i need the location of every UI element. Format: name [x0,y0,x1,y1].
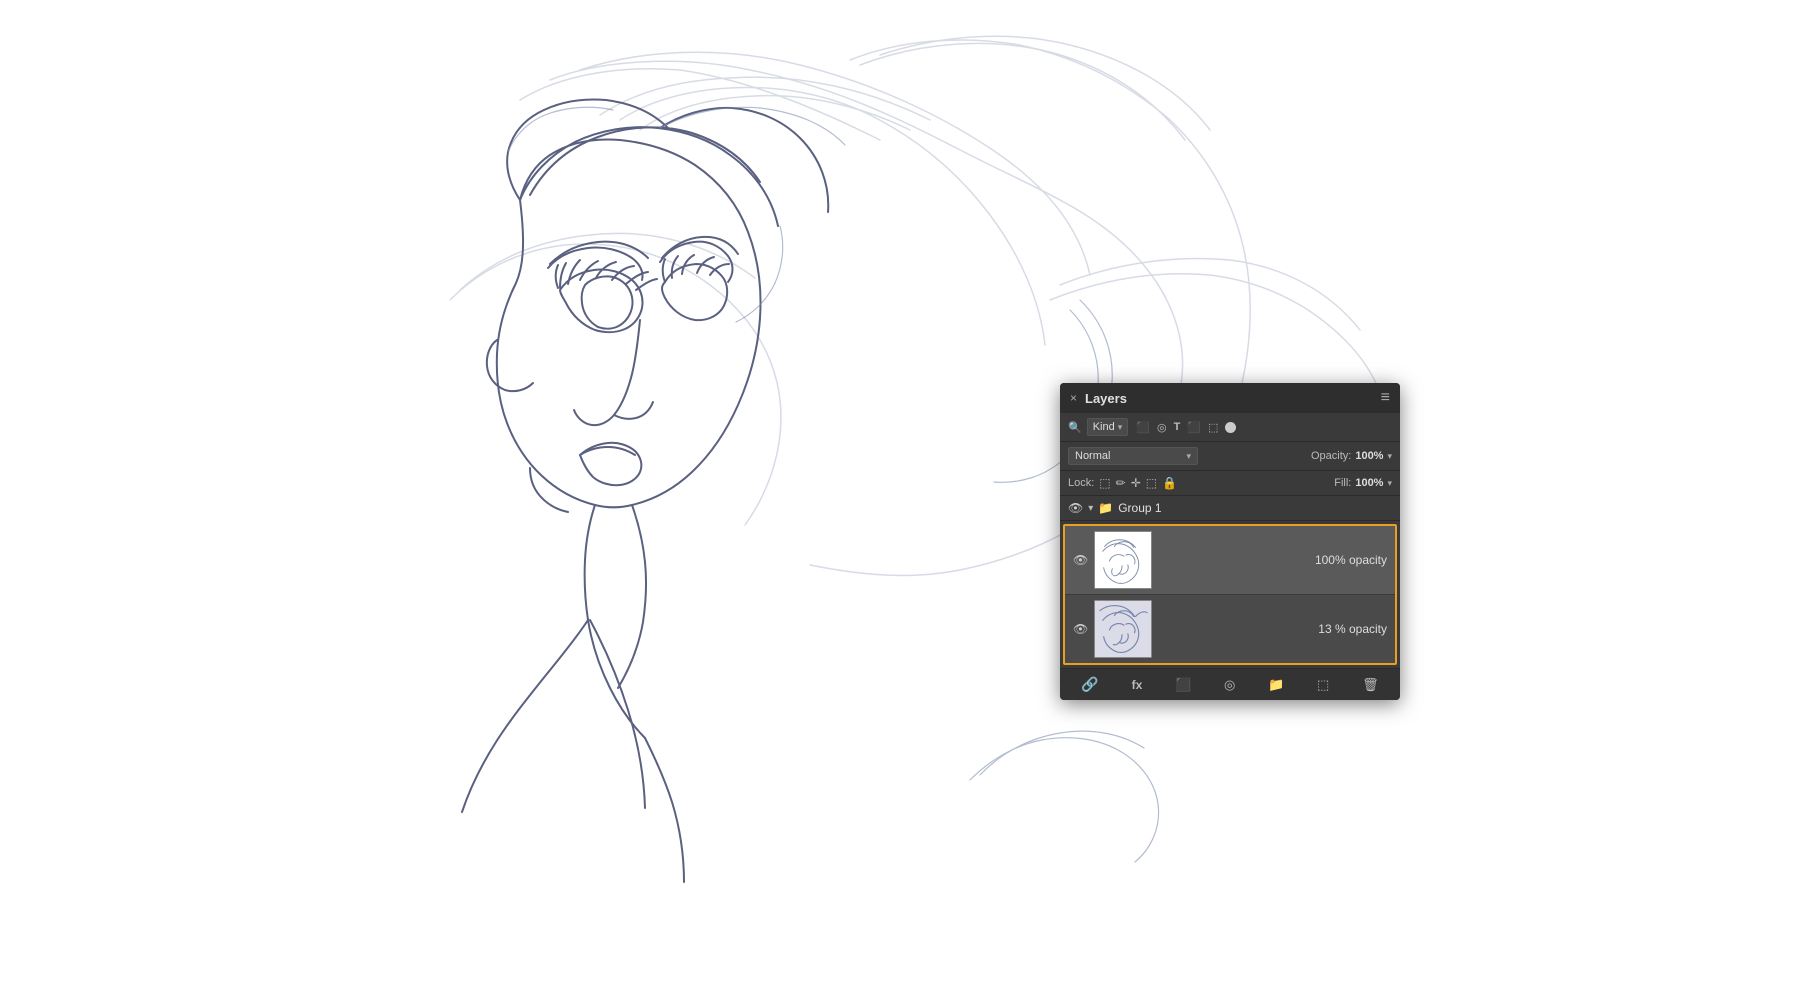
lock-image-icon[interactable]: ✏ [1116,476,1126,490]
panel-header: × Layers ≡ [1060,383,1400,413]
layer-mask-button[interactable]: ⬛ [1175,677,1191,693]
lock-transparent-icon[interactable]: ⬚ [1099,476,1110,490]
filter-toggle[interactable] [1225,422,1236,433]
kind-dropdown-arrow: ▾ [1118,422,1123,433]
smart-filter-icon[interactable]: ⬚ [1208,421,1218,434]
group-layers-button[interactable]: 📁 [1268,677,1284,693]
opacity-label: Opacity: [1311,450,1351,462]
type-filter-icon[interactable]: T [1174,421,1181,433]
group-folder-icon: 📁 [1098,501,1113,515]
pixel-filter-icon[interactable]: ⬛ [1136,421,1150,434]
new-layer-button[interactable]: ⬚ [1317,677,1329,693]
lock-fill-row: Lock: ⬚ ✏ ✛ ⬚ 🔒 Fill: 100% ▾ [1060,471,1400,496]
group-content: 👁 100% opacity [1063,524,1397,665]
blend-mode-arrow: ▾ [1186,451,1191,462]
filter-icons-container: ⬛ ◎ T ⬛ ⬚ [1136,421,1236,434]
blend-opacity-row: Normal ▾ Opacity: 100% ▾ [1060,442,1400,471]
blend-mode-dropdown[interactable]: Normal ▾ [1068,447,1198,465]
fill-arrow: ▾ [1387,478,1392,489]
layer2-visibility-eye[interactable]: 👁 [1073,622,1088,636]
kind-label: Kind [1093,421,1115,433]
group-name[interactable]: Group 1 [1118,501,1161,515]
group-expand-arrow[interactable]: ▾ [1088,503,1093,514]
canvas-area [0,0,1800,1000]
opacity-control[interactable]: Opacity: 100% ▾ [1311,450,1392,462]
adjustment-filter-icon[interactable]: ◎ [1157,421,1167,434]
lock-artboard-icon[interactable]: ⬚ [1146,476,1157,490]
kind-dropdown[interactable]: Kind ▾ [1087,418,1129,436]
shape-filter-icon[interactable]: ⬛ [1187,421,1201,434]
layer2-opacity-label: 13 % opacity [1318,622,1387,636]
opacity-arrow: ▾ [1387,451,1392,462]
group-visibility-eye[interactable]: 👁 [1068,501,1083,515]
delete-layer-button[interactable]: 🗑 [1362,677,1379,693]
lock-all-icon[interactable]: 🔒 [1162,476,1177,490]
fill-value: 100% [1355,477,1383,489]
panel-close-button[interactable]: × [1070,391,1077,405]
group-row: 👁 ▾ 📁 Group 1 [1060,496,1400,521]
layer1-visibility-eye[interactable]: 👁 [1073,553,1088,567]
layer-row[interactable]: 👁 13 % opacity [1065,595,1395,663]
layer-styles-button[interactable]: fx [1132,678,1143,692]
layer1-opacity-label: 100% opacity [1315,553,1387,567]
link-layers-button[interactable]: 🔗 [1081,676,1098,693]
panel-title: Layers [1085,391,1381,406]
opacity-value: 100% [1355,450,1383,462]
layer2-thumbnail [1094,600,1152,658]
blend-mode-label: Normal [1075,450,1110,462]
fill-label: Fill: [1334,477,1351,489]
filter-row: 🔍 Kind ▾ ⬛ ◎ T ⬛ ⬚ [1060,413,1400,442]
fill-control[interactable]: Fill: 100% ▾ [1334,477,1392,489]
layer-row[interactable]: 👁 100% opacity [1065,526,1395,595]
bottom-toolbar: 🔗 fx ⬛ ◎ 📁 ⬚ 🗑 [1060,668,1400,700]
sketch-drawing [0,0,1800,1000]
panel-menu-button[interactable]: ≡ [1381,389,1390,407]
adjustment-layer-button[interactable]: ◎ [1224,677,1235,693]
lock-label: Lock: [1068,477,1094,489]
layers-panel: × Layers ≡ 🔍 Kind ▾ ⬛ ◎ T ⬛ ⬚ Normal ▾ O… [1060,383,1400,700]
layer1-thumbnail [1094,531,1152,589]
lock-position-icon[interactable]: ✛ [1131,476,1141,490]
search-icon: 🔍 [1068,421,1082,434]
